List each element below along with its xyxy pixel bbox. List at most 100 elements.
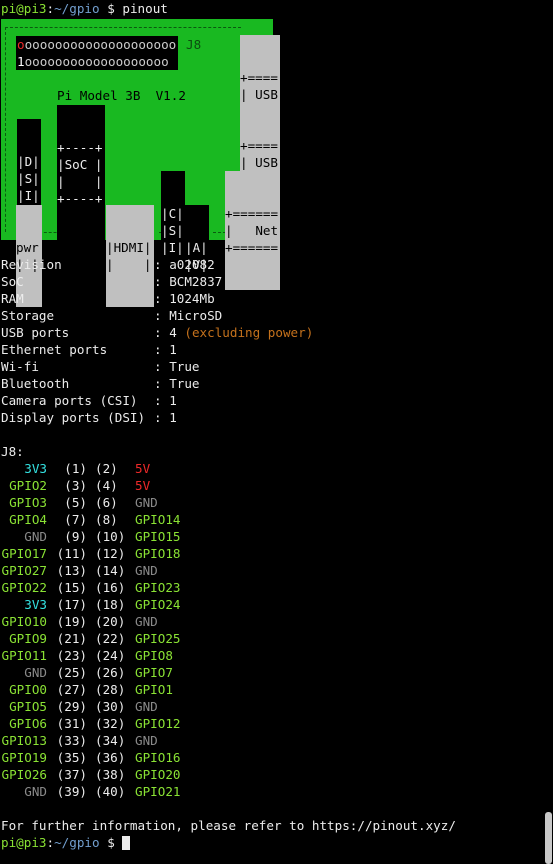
pin-row: GPIO27 (13) (14) GND bbox=[1, 562, 205, 579]
pin-right-number: (18) bbox=[95, 597, 126, 612]
header-pin-row-bottom: 1ooooooooooooooooooo bbox=[17, 53, 169, 70]
info-note: (excluding power) bbox=[184, 325, 314, 340]
pin-left-number: (37) bbox=[56, 767, 87, 782]
pin-row: GPIO19 (35) (36) GPIO16 bbox=[1, 749, 205, 766]
scrollbar-thumb[interactable] bbox=[545, 812, 552, 864]
pin-left-number: (5) bbox=[64, 495, 87, 510]
pin-right-number: (32) bbox=[95, 716, 126, 731]
pin-row: GND (9) (10) GPIO15 bbox=[1, 528, 205, 545]
command-text: pinout bbox=[122, 1, 168, 16]
info-key: Bluetooth bbox=[1, 376, 70, 391]
pin-right-name: GND bbox=[135, 733, 158, 748]
pin-left-name: GPIO22 bbox=[1, 580, 48, 595]
info-row: Wi-fi: True bbox=[1, 359, 200, 374]
pin-left-number: (35) bbox=[56, 750, 87, 765]
pin-right-name: GPIO12 bbox=[135, 716, 181, 731]
info-value: a02082 bbox=[169, 257, 215, 272]
pin-left-number: (33) bbox=[56, 733, 87, 748]
header-top-pins: oooooooooooooooooooo bbox=[24, 37, 177, 52]
text-cursor bbox=[122, 836, 131, 850]
prompt-path: ~/gpio bbox=[54, 1, 100, 16]
prompt-line[interactable]: pi@pi3:~/gpio $ bbox=[1, 834, 131, 851]
pin-left-name: GPIO9 bbox=[9, 631, 47, 646]
info-value: BCM2837 bbox=[169, 274, 223, 289]
info-value: True bbox=[169, 376, 200, 391]
pin-row: GPIO2 (3) (4) 5V bbox=[1, 477, 205, 494]
footer-info: For further information, please refer to… bbox=[1, 818, 456, 833]
info-value: 1 bbox=[169, 410, 177, 425]
info-row: RAM: 1024Mb bbox=[1, 291, 215, 306]
pin-right-name: GPIO18 bbox=[135, 546, 181, 561]
header-pin-one: 1 bbox=[17, 54, 25, 69]
pin-left-number: (19) bbox=[56, 614, 87, 629]
pin-left-name: GPIO13 bbox=[1, 733, 48, 748]
soc-chip: +----+ |SoC | | | +----+ bbox=[57, 105, 105, 241]
pin-right-number: (34) bbox=[95, 733, 126, 748]
scrollbar-track[interactable] bbox=[545, 0, 553, 864]
pin-left-number: (1) bbox=[64, 461, 87, 476]
info-key: Ethernet ports bbox=[1, 342, 108, 357]
pin-right-name: GPIO14 bbox=[135, 512, 181, 527]
command-line: pi@pi3:~/gpio $ pinout bbox=[1, 1, 168, 16]
pin-left-number: (11) bbox=[56, 546, 87, 561]
prompt-symbol: $ bbox=[107, 1, 115, 16]
pin-right-number: (8) bbox=[95, 512, 118, 527]
pin-right-number: (16) bbox=[95, 580, 126, 595]
pin-left-name: GPIO2 bbox=[9, 478, 47, 493]
info-key: RAM bbox=[1, 291, 24, 306]
pin-right-number: (28) bbox=[95, 682, 126, 697]
pin-right-number: (20) bbox=[95, 614, 126, 629]
pin-right-number: (30) bbox=[95, 699, 126, 714]
header-label: J8 bbox=[186, 37, 202, 52]
pin-row: 3V3 (17) (18) GPIO24 bbox=[1, 596, 205, 613]
pin-right-name: GPIO15 bbox=[135, 529, 181, 544]
info-row: Storage: MicroSD bbox=[1, 308, 223, 323]
pin-right-number: (24) bbox=[95, 648, 126, 663]
pin-right-name: GPIO8 bbox=[135, 648, 173, 663]
pin-left-name: GPIO19 bbox=[1, 750, 48, 765]
info-value: 4 bbox=[169, 325, 177, 340]
pin-right-number: (38) bbox=[95, 767, 126, 782]
pin-right-name: GPIO16 bbox=[135, 750, 181, 765]
info-key: Storage bbox=[1, 308, 55, 323]
pin-right-number: (10) bbox=[95, 529, 126, 544]
pin-left-name: GPIO3 bbox=[9, 495, 47, 510]
pin-left-number: (25) bbox=[56, 665, 87, 680]
pin-row: GPIO9 (21) (22) GPIO25 bbox=[1, 630, 205, 647]
terminal-window[interactable]: pi@pi3:~/gpio $ pinout ooooooooooooooooo… bbox=[0, 0, 553, 864]
pin-right-name: GPIO24 bbox=[135, 597, 181, 612]
pin-right-name: GND bbox=[135, 614, 158, 629]
pin-left-number: (29) bbox=[56, 699, 87, 714]
pin-right-number: (22) bbox=[95, 631, 126, 646]
pin-right-number: (12) bbox=[95, 546, 126, 561]
pin-right-name: GPIO25 bbox=[135, 631, 181, 646]
pin-right-name: 5V bbox=[135, 461, 151, 476]
info-key: SoC bbox=[1, 274, 24, 289]
pin-right-name: GPIO21 bbox=[135, 784, 181, 799]
prompt-user: pi@pi3 bbox=[1, 1, 47, 16]
pin-left-name: GND bbox=[24, 784, 47, 799]
pin-left-name: GPIO11 bbox=[1, 648, 48, 663]
info-value: 1024Mb bbox=[169, 291, 215, 306]
pin-row: GPIO0 (27) (28) GPIO1 bbox=[1, 681, 205, 698]
pin-left-number: (39) bbox=[56, 784, 87, 799]
pin-left-name: GPIO4 bbox=[9, 512, 47, 527]
pin-row: GPIO22 (15) (16) GPIO23 bbox=[1, 579, 205, 596]
pin-right-name: 5V bbox=[135, 478, 151, 493]
pin-left-name: GPIO6 bbox=[9, 716, 47, 731]
pin-left-number: (7) bbox=[64, 512, 87, 527]
pin-left-number: (21) bbox=[56, 631, 87, 646]
pin-right-number: (2) bbox=[95, 461, 118, 476]
pin-left-name: GND bbox=[24, 665, 47, 680]
pin-left-name: GPIO10 bbox=[1, 614, 48, 629]
pin-left-number: (3) bbox=[64, 478, 87, 493]
info-value: 1 bbox=[169, 393, 177, 408]
pin-left-name: 3V3 bbox=[24, 461, 47, 476]
info-row: Camera ports (CSI): 1 bbox=[1, 393, 177, 408]
board-diagram: ooooooooooooooooooooo 1ooooooooooooooooo… bbox=[1, 19, 280, 307]
pin-right-name: GPIO1 bbox=[135, 682, 173, 697]
info-value: 1 bbox=[169, 342, 177, 357]
info-row: USB ports: 4 (excluding power) bbox=[1, 325, 314, 340]
pin-right-number: (26) bbox=[95, 665, 126, 680]
pin-right-name: GPIO23 bbox=[135, 580, 181, 595]
